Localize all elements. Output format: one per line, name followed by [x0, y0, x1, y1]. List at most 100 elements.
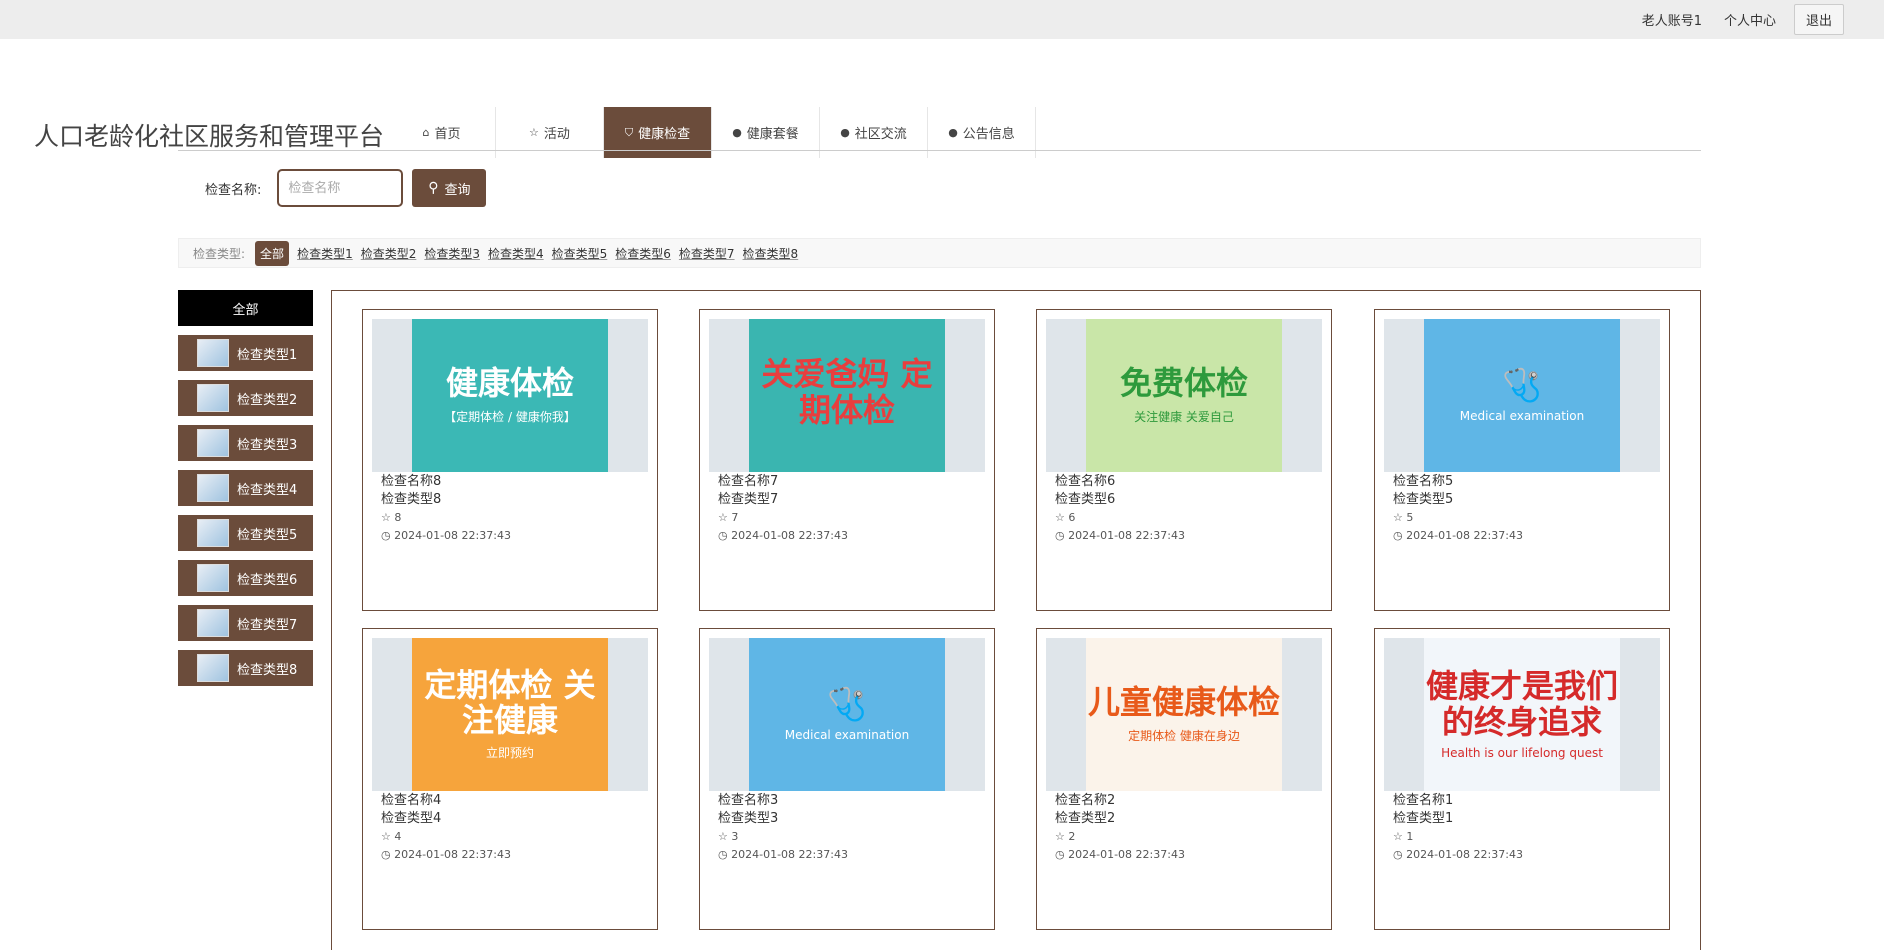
filter-item-type-4[interactable]: 检查类型4 — [488, 245, 544, 262]
help-circle-icon: ● — [840, 126, 850, 139]
exam-card-info: 检查名称7 检查类型7 ☆ 7 ◷ 2024-01-08 22:37:43 — [718, 473, 848, 545]
card-grid: 健康体检 【定期体检 / 健康你我】 检查名称8 检查类型8 ☆ 8 ◷ 2024-01-… — [331, 290, 1701, 950]
exam-time: 2024-01-08 22:37:43 — [394, 529, 511, 542]
exam-card[interactable]: 关爱爸妈 定期体检 检查名称7 检查类型7 ☆ 7 ◷ 2024-01-08 22:37… — [699, 309, 995, 611]
clock-icon: ◷ — [718, 848, 728, 861]
filter-label: 检查类型: — [193, 246, 246, 261]
filter-item-type-3[interactable]: 检查类型3 — [424, 245, 480, 262]
exam-card-info: 检查名称3 检查类型3 ☆ 3 ◷ 2024-01-08 22:37:43 — [718, 792, 848, 864]
exam-count-row: ☆ 7 — [718, 509, 848, 527]
filter-item-type-6[interactable]: 检查类型6 — [615, 245, 671, 262]
poster-subtitle: 关注健康 关爱自己 — [1134, 409, 1234, 424]
personal-center-link[interactable]: 个人中心 — [1724, 10, 1776, 29]
exam-time: 2024-01-08 22:37:43 — [1406, 529, 1523, 542]
filter-item-all[interactable]: 全部 — [255, 240, 290, 266]
filter-item-type-2[interactable]: 检查类型2 — [361, 245, 417, 262]
clock-icon: ◷ — [1055, 529, 1065, 542]
exam-type: 检查类型1 — [1393, 811, 1454, 826]
search-button-label: 查询 — [444, 182, 471, 198]
nav-item-label: 健康套餐 — [746, 127, 799, 142]
star-icon: ☆ — [718, 830, 728, 843]
exam-card[interactable]: 定期体检 关注健康 立即预约 检查名称4 检查类型4 ☆ 4 ◷ 2024-01-08 2… — [362, 628, 658, 930]
poster-subtitle: 【定期体检 / 健康你我】 — [444, 409, 576, 424]
category-thumbnail — [197, 654, 229, 682]
exam-name[interactable]: 检查名称8 — [381, 473, 511, 491]
exam-count: 5 — [1406, 511, 1414, 524]
exam-type: 检查类型5 — [1393, 492, 1454, 507]
exam-card[interactable]: 🩺 Medical examination 检查名称5 检查类型5 ☆ 5 ◷ 2024-… — [1374, 309, 1670, 611]
exam-time-row: ◷ 2024-01-08 22:37:43 — [1393, 846, 1523, 864]
poster-title: 健康才是我们的终身追求 — [1425, 667, 1618, 741]
exam-time-row: ◷ 2024-01-08 22:37:43 — [1055, 527, 1185, 545]
sidebar-item-type-7[interactable]: 检查类型7 — [178, 605, 313, 641]
poster-subtitle: Health is our lifelong quest — [1441, 745, 1603, 760]
poster-subtitle: Medical examination — [1459, 409, 1585, 424]
exam-time: 2024-01-08 22:37:43 — [731, 529, 848, 542]
exam-card[interactable]: 免费体检 关注健康 关爱自己 检查名称6 检查类型6 ☆ 6 ◷ 2024-01-08 2… — [1036, 309, 1332, 611]
poster-title: 定期体检 关注健康 — [424, 665, 596, 739]
logout-button[interactable]: 退出 — [1793, 4, 1844, 35]
exam-card[interactable]: 健康体检 【定期体检 / 健康你我】 检查名称8 检查类型8 ☆ 8 ◷ 2024-01-… — [362, 309, 658, 611]
poster-title: 关爱爸妈 定期体检 — [761, 355, 933, 429]
filter-item-type-8[interactable]: 检查类型8 — [743, 245, 799, 262]
exam-card-info: 检查名称5 检查类型5 ☆ 5 ◷ 2024-01-08 22:37:43 — [1393, 473, 1523, 545]
exam-poster-image[interactable]: 🩺 Medical examination — [709, 638, 985, 791]
filter-item-type-1[interactable]: 检查类型1 — [297, 245, 353, 262]
exam-poster-image[interactable]: 健康体检【定期体检 / 健康你我】 — [372, 319, 648, 472]
sidebar-item-type-2[interactable]: 检查类型2 — [178, 380, 313, 416]
category-thumbnail — [197, 339, 229, 367]
exam-count: 1 — [1406, 830, 1414, 843]
category-thumbnail — [197, 519, 229, 547]
exam-name[interactable]: 检查名称1 — [1393, 792, 1523, 810]
exam-name[interactable]: 检查名称7 — [718, 473, 848, 491]
exam-poster-image[interactable]: 定期体检 关注健康 立即预约 — [372, 638, 648, 791]
header-divider — [178, 150, 1701, 151]
exam-card[interactable]: 健康才是我们的终身追求 Health is our lifelong quest 检… — [1374, 628, 1670, 930]
exam-name[interactable]: 检查名称6 — [1055, 473, 1185, 491]
sidebar-item-type-6[interactable]: 检查类型6 — [178, 560, 313, 596]
exam-card-info: 检查名称1 检查类型1 ☆ 1 ◷ 2024-01-08 22:37:43 — [1393, 792, 1523, 864]
exam-count: 2 — [1068, 830, 1076, 843]
exam-time-row: ◷ 2024-01-08 22:37:43 — [1055, 846, 1185, 864]
exam-poster-image[interactable]: 关爱爸妈 定期体检 — [709, 319, 985, 472]
search-input[interactable] — [277, 169, 404, 207]
account-link[interactable]: 老人账号1 — [1642, 10, 1702, 29]
exam-poster-image[interactable]: 🩺 Medical examination — [1384, 319, 1660, 472]
star-icon: ☆ — [1393, 511, 1403, 524]
exam-time-row: ◷ 2024-01-08 22:37:43 — [381, 846, 511, 864]
exam-count: 8 — [394, 511, 402, 524]
exam-name[interactable]: 检查名称2 — [1055, 792, 1185, 810]
sidebar-item-all[interactable]: 全部 — [178, 290, 313, 326]
exam-count-row: ☆ 6 — [1055, 509, 1185, 527]
nav-item-label: 社区交流 — [854, 127, 907, 142]
nav-item-label: 首页 — [434, 127, 461, 142]
site-title: 人口老龄化社区服务和管理平台 — [34, 122, 385, 151]
poster-title: 健康体检 — [445, 364, 574, 403]
filter-item-type-5[interactable]: 检查类型5 — [552, 245, 608, 262]
exam-name[interactable]: 检查名称5 — [1393, 473, 1523, 491]
exam-card[interactable]: 儿童健康体检 定期体检 健康在身边 检查名称2 检查类型2 ☆ 2 ◷ 2024-01-0… — [1036, 628, 1332, 930]
exam-poster-image[interactable]: 免费体检 关注健康 关爱自己 — [1046, 319, 1322, 472]
sidebar-item-label: 检查类型1 — [237, 347, 298, 363]
exam-name[interactable]: 检查名称3 — [718, 792, 848, 810]
sidebar-item-type-8[interactable]: 检查类型8 — [178, 650, 313, 686]
exam-card-info: 检查名称4 检查类型4 ☆ 4 ◷ 2024-01-08 22:37:43 — [381, 792, 511, 864]
exam-card-info: 检查名称6 检查类型6 ☆ 6 ◷ 2024-01-08 22:37:43 — [1055, 473, 1185, 545]
category-thumbnail — [197, 564, 229, 592]
exam-poster-image[interactable]: 健康才是我们的终身追求 Health is our lifelong quest — [1384, 638, 1660, 791]
top-bar: 老人账号1 个人中心 退出 — [0, 0, 1884, 39]
exam-name[interactable]: 检查名称4 — [381, 792, 511, 810]
star-icon: ☆ — [1055, 830, 1065, 843]
exam-count-row: ☆ 4 — [381, 828, 511, 846]
clock-icon: ◷ — [718, 529, 728, 542]
sidebar-item-type-4[interactable]: 检查类型4 — [178, 470, 313, 506]
sidebar-item-type-3[interactable]: 检查类型3 — [178, 425, 313, 461]
exam-card[interactable]: 🩺 Medical examination 检查名称3 检查类型3 ☆ 3 ◷ 2024-… — [699, 628, 995, 930]
filter-item-type-7[interactable]: 检查类型7 — [679, 245, 735, 262]
clock-icon: ◷ — [381, 529, 391, 542]
sidebar-item-type-5[interactable]: 检查类型5 — [178, 515, 313, 551]
sidebar-item-type-1[interactable]: 检查类型1 — [178, 335, 313, 371]
search-button[interactable]: ⚲ 查询 — [412, 169, 487, 207]
exam-poster-image[interactable]: 儿童健康体检 定期体检 健康在身边 — [1046, 638, 1322, 791]
exam-time: 2024-01-08 22:37:43 — [394, 848, 511, 861]
